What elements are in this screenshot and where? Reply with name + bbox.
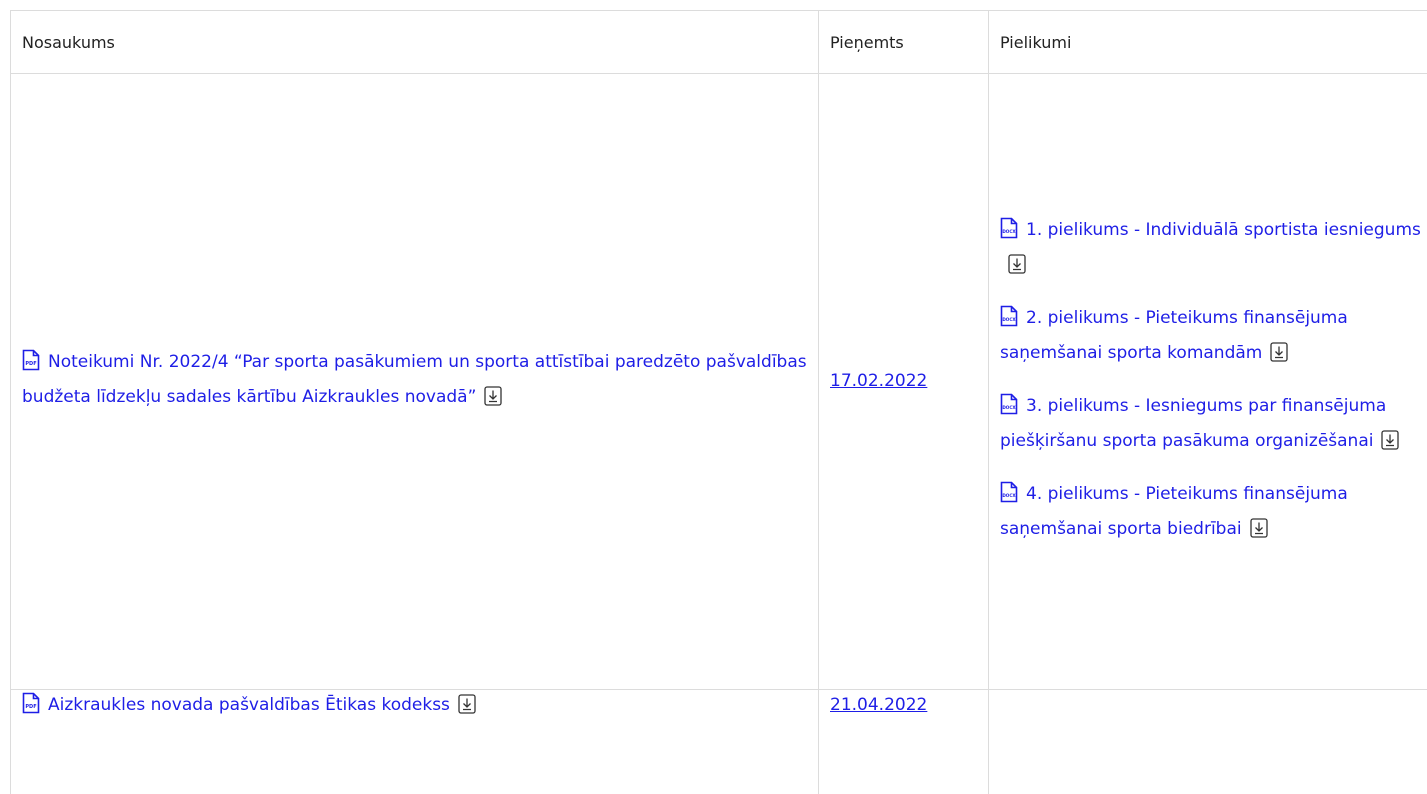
svg-text:PDF: PDF xyxy=(25,361,36,367)
svg-text:DOCX: DOCX xyxy=(1002,493,1016,498)
document-link[interactable]: PDF Aizkraukles novada pašvaldības Ētika… xyxy=(22,692,476,715)
pdf-file-icon: PDF xyxy=(22,349,40,382)
documents-table: Nosaukums Pieņemts Pielikumi PDF Noteiku… xyxy=(10,10,1427,794)
download-icon[interactable] xyxy=(1270,341,1289,373)
document-title: Noteikumi Nr. 2022/4 “Par sporta pasākum… xyxy=(22,351,807,407)
pdf-file-icon: PDF xyxy=(22,692,40,725)
document-name-cell: PDF Aizkraukles novada pašvaldības Ētika… xyxy=(10,689,819,794)
attachment-title: 2. pielikums - Pieteikums finansējuma sa… xyxy=(1000,307,1348,363)
docx-file-icon: DOCX xyxy=(1000,305,1018,338)
document-name-cell: PDF Noteikumi Nr. 2022/4 “Par sporta pas… xyxy=(10,73,819,690)
document-date-cell: 21.04.2022 xyxy=(818,689,989,794)
attachment-link[interactable]: DOCX 3. pielikums - Iesniegums par finans… xyxy=(1000,393,1400,451)
column-header-attachments: Pielikumi xyxy=(988,10,1427,74)
document-date-cell: 17.02.2022 xyxy=(818,73,989,690)
attachment-item: DOCX 3. pielikums - Iesniegums par finans… xyxy=(1000,391,1427,461)
docx-file-icon: DOCX xyxy=(1000,481,1018,514)
svg-text:DOCX: DOCX xyxy=(1002,405,1016,410)
attachments-cell: DOCX 1. pielikums - Individuālā sportista… xyxy=(988,73,1427,690)
download-icon[interactable] xyxy=(1008,253,1026,285)
column-header-date: Pieņemts xyxy=(818,10,989,74)
svg-text:PDF: PDF xyxy=(25,704,36,710)
document-link[interactable]: PDF Noteikumi Nr. 2022/4 “Par sporta pas… xyxy=(22,349,807,407)
document-date-link[interactable]: 21.04.2022 xyxy=(830,690,934,721)
table-header-row: Nosaukums Pieņemts Pielikumi xyxy=(10,10,1427,74)
download-icon[interactable] xyxy=(484,385,503,417)
attachment-title: 3. pielikums - Iesniegums par finansējum… xyxy=(1000,395,1387,451)
document-date-link[interactable]: 17.02.2022 xyxy=(830,366,934,397)
table-row: PDF Noteikumi Nr. 2022/4 “Par sporta pas… xyxy=(10,73,1427,690)
table-row: PDF Aizkraukles novada pašvaldības Ētika… xyxy=(10,689,1427,794)
documents-table-container: Nosaukums Pieņemts Pielikumi PDF Noteiku… xyxy=(10,10,1427,794)
download-icon[interactable] xyxy=(458,694,476,725)
attachment-item: DOCX 2. pielikums - Pieteikums finansējum… xyxy=(1000,303,1427,373)
document-title: Aizkraukles novada pašvaldības Ētikas ko… xyxy=(48,695,450,715)
svg-text:DOCX: DOCX xyxy=(1002,317,1016,322)
attachment-item: DOCX 1. pielikums - Individuālā sportista… xyxy=(1000,215,1427,285)
attachment-title: 1. pielikums - Individuālā sportista ies… xyxy=(1026,219,1421,240)
attachment-title: 4. pielikums - Pieteikums finansējuma sa… xyxy=(1000,483,1348,539)
attachment-item: DOCX 4. pielikums - Pieteikums finansējum… xyxy=(1000,479,1427,549)
download-icon[interactable] xyxy=(1381,429,1400,461)
svg-text:DOCX: DOCX xyxy=(1002,229,1016,234)
attachments-cell xyxy=(988,689,1427,794)
attachment-link[interactable]: DOCX 2. pielikums - Pieteikums finansējum… xyxy=(1000,305,1348,363)
download-icon[interactable] xyxy=(1249,517,1268,549)
attachment-link[interactable]: DOCX 1. pielikums - Individuālā sportista… xyxy=(1000,217,1421,275)
docx-file-icon: DOCX xyxy=(1000,217,1018,250)
column-header-name: Nosaukums xyxy=(10,10,819,74)
attachment-link[interactable]: DOCX 4. pielikums - Pieteikums finansējum… xyxy=(1000,481,1348,539)
docx-file-icon: DOCX xyxy=(1000,393,1018,426)
